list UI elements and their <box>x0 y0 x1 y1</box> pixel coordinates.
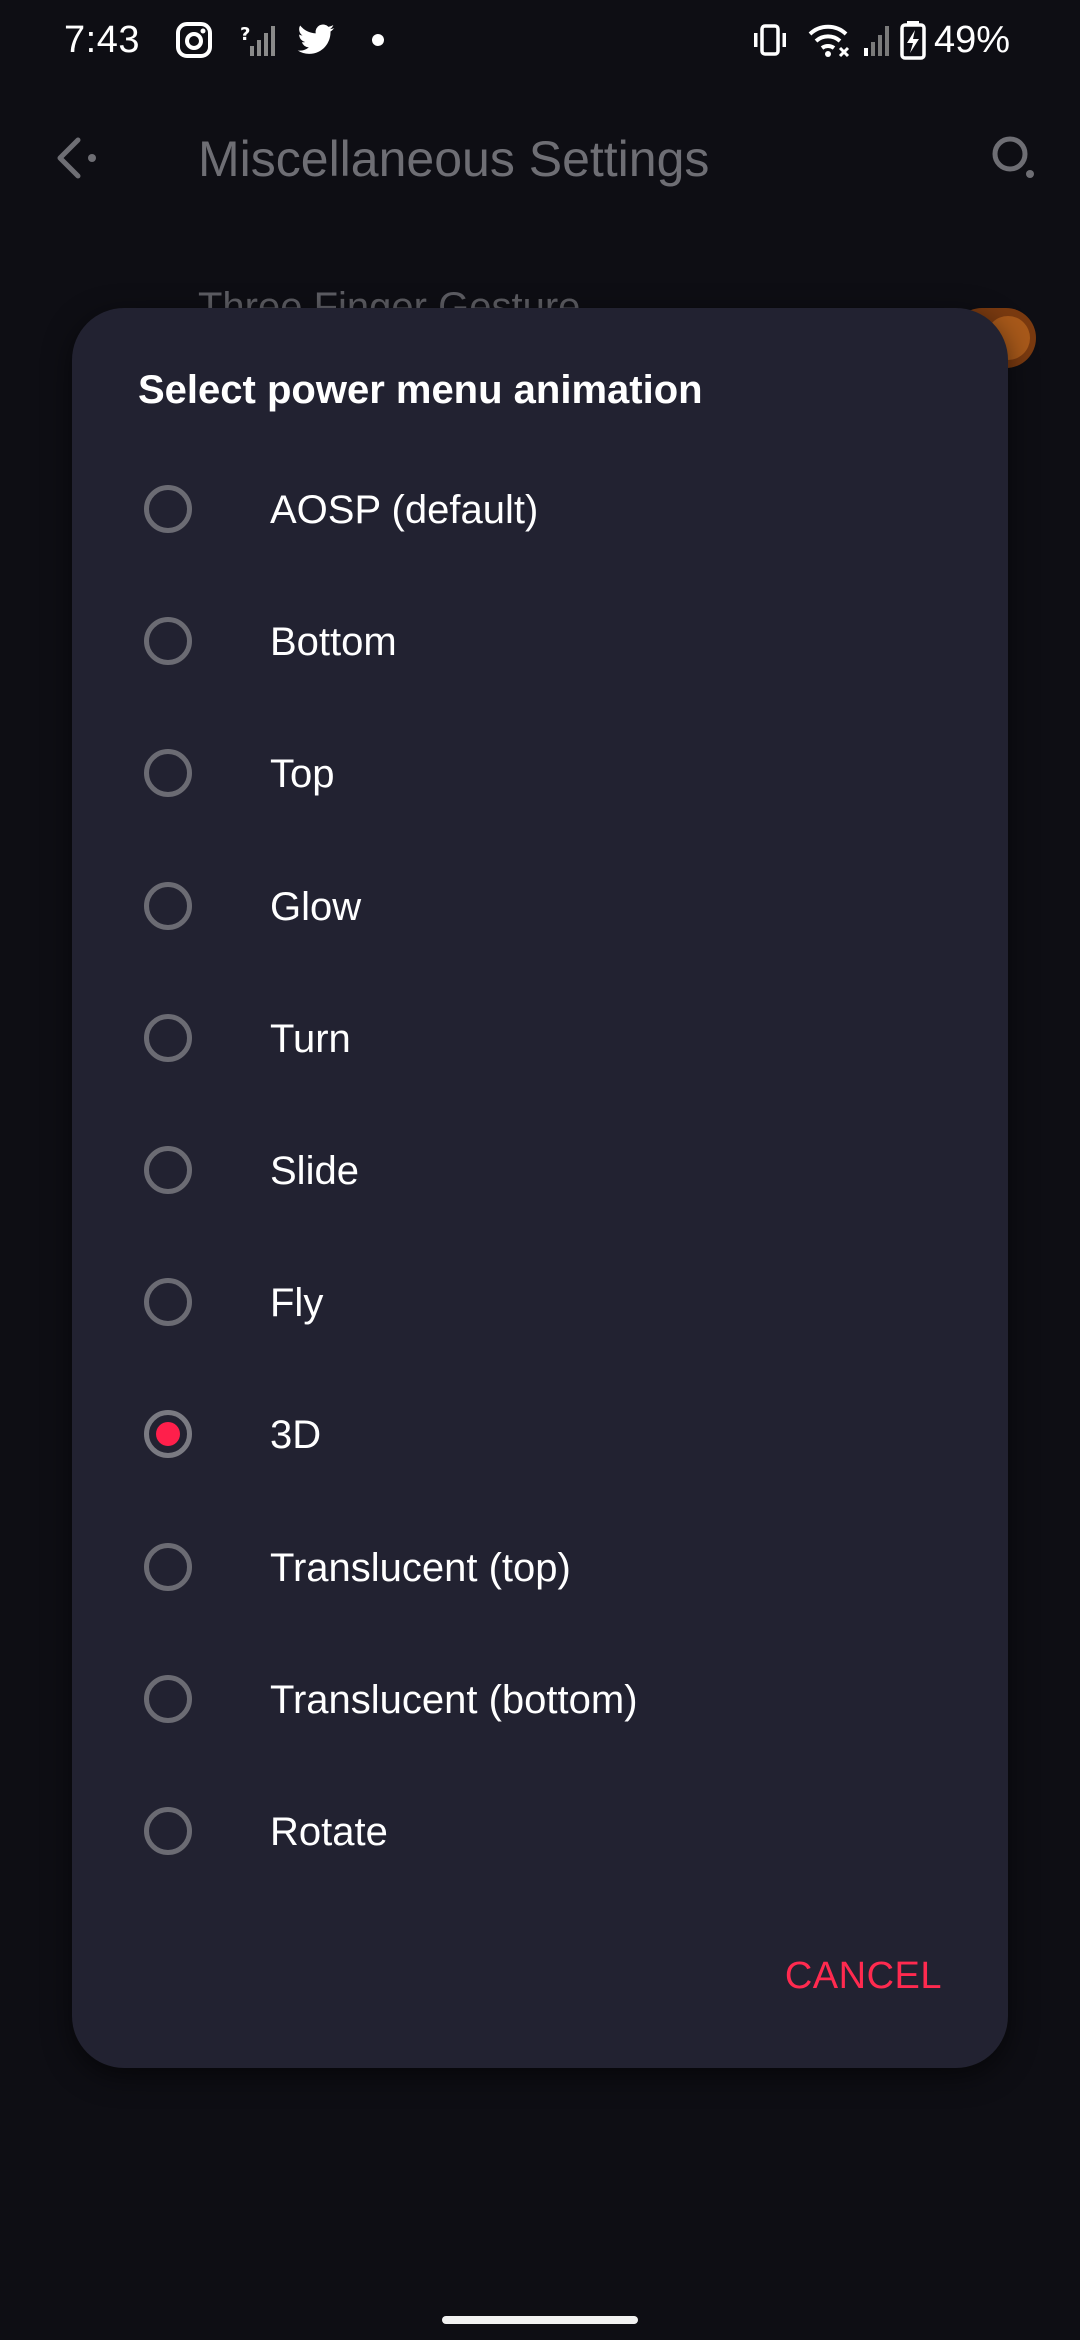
option-label: Glow <box>270 884 362 929</box>
radio-button[interactable] <box>144 485 192 533</box>
option-label: AOSP (default) <box>270 488 539 532</box>
option-bottom[interactable]: Bottom <box>72 578 1008 710</box>
camera-notification-icon <box>174 20 214 60</box>
twitter-icon <box>296 20 336 60</box>
app-bar: Miscellaneous Settings <box>0 100 1080 220</box>
option-label: Translucent (top) <box>270 1545 571 1590</box>
option-label: Turn <box>270 1016 351 1061</box>
gesture-nav-handle[interactable] <box>442 2316 638 2324</box>
radio-button[interactable] <box>144 1145 192 1194</box>
radio-button[interactable] <box>144 1806 192 1855</box>
option-label: Translucent (bottom) <box>270 1677 638 1722</box>
battery-percentage: 49% <box>934 19 1011 61</box>
option-3d[interactable]: 3D <box>72 1371 1008 1503</box>
vibrate-icon <box>750 20 790 60</box>
option-top[interactable]: Top <box>72 710 1008 842</box>
radio-button-selected[interactable] <box>144 1410 192 1459</box>
radio-button[interactable] <box>144 617 192 666</box>
option-fly[interactable]: Fly <box>72 1239 1008 1371</box>
option-label: Rotate <box>270 1809 388 1854</box>
wifi-icon <box>806 20 852 60</box>
status-bar: 7:43 ? 49% <box>0 0 1080 80</box>
option-label: 3D <box>270 1413 322 1458</box>
option-label: Bottom <box>270 620 397 665</box>
radio-button[interactable] <box>144 1674 192 1723</box>
option-aosp-default[interactable]: AOSP (default) <box>72 446 1008 578</box>
options-list: AOSP (default) Bottom Top Glow Turn Slid… <box>72 446 1008 1900</box>
option-turn[interactable]: Turn <box>72 975 1008 1107</box>
no-signal-icon: ? <box>240 20 280 60</box>
radio-button[interactable] <box>144 1542 192 1591</box>
power-menu-animation-dialog: Select power menu animation AOSP (defaul… <box>72 308 1008 2068</box>
cancel-button[interactable]: CANCEL <box>785 1950 942 2002</box>
option-label: Slide <box>270 1148 359 1193</box>
search-icon[interactable] <box>986 130 1042 186</box>
back-arrow-icon[interactable] <box>48 128 108 188</box>
option-rotate[interactable]: Rotate <box>72 1768 1008 1900</box>
option-translucent-top[interactable]: Translucent (top) <box>72 1504 1008 1636</box>
cell-signal-icon <box>856 20 896 60</box>
status-time: 7:43 <box>64 19 140 61</box>
option-label: Top <box>270 752 335 797</box>
option-glow[interactable]: Glow <box>72 843 1008 975</box>
radio-button[interactable] <box>144 1278 192 1327</box>
svg-text:?: ? <box>240 24 250 45</box>
option-slide[interactable]: Slide <box>72 1107 1008 1239</box>
dialog-title: Select power menu animation <box>138 368 703 412</box>
option-translucent-bottom[interactable]: Translucent (bottom) <box>72 1636 1008 1768</box>
battery-charging-icon <box>898 20 928 60</box>
radio-button[interactable] <box>144 749 192 798</box>
radio-selected-dot <box>156 1422 180 1447</box>
radio-button[interactable] <box>144 881 192 930</box>
option-label: Fly <box>270 1281 324 1326</box>
page-title: Miscellaneous Settings <box>198 131 710 187</box>
notification-dot-icon <box>364 20 404 60</box>
radio-button[interactable] <box>144 1013 192 1062</box>
